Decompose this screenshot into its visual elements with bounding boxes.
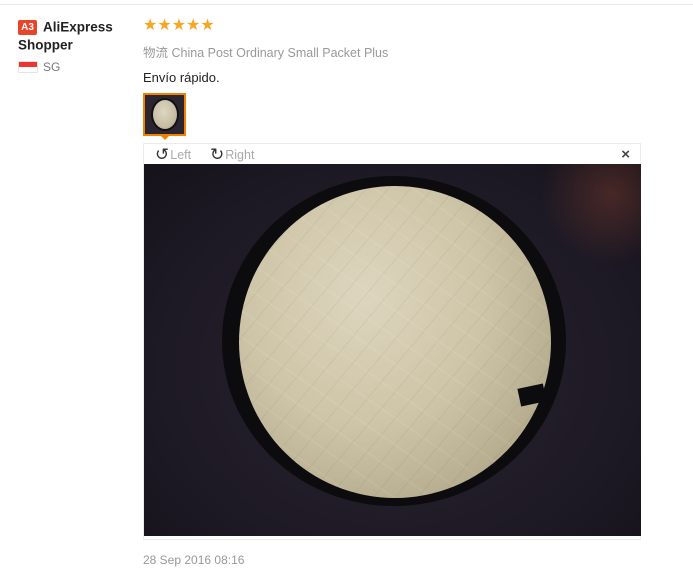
country-code: SG <box>43 59 61 74</box>
rotate-right-button[interactable]: ↻Right <box>210 145 254 165</box>
photo-background-glow <box>541 164 641 264</box>
image-viewer: ↺Left ↻Right × <box>143 143 641 540</box>
reflector-disc <box>239 186 551 498</box>
review-content: ★★★★★ 物流 China Post Ordinary Small Packe… <box>143 17 643 86</box>
photo-thumbnail-wrap[interactable] <box>143 93 186 140</box>
review-photo <box>144 164 641 536</box>
rotate-right-icon: ↻ <box>210 145 225 164</box>
viewer-toolbar: ↺Left ↻Right × <box>144 144 640 164</box>
feedback-text: Envío rápido. <box>143 70 220 85</box>
logistics-label: 物流 <box>143 46 169 60</box>
rotate-left-button[interactable]: ↺Left <box>155 145 191 165</box>
review-timestamp: 28 Sep 2016 08:16 <box>143 553 245 567</box>
rotate-right-label: Right <box>225 148 255 162</box>
thumbnail-reflector-image <box>151 98 179 131</box>
rotate-left-label: Left <box>170 148 192 162</box>
rotate-left-icon: ↺ <box>155 145 170 164</box>
reviewer-info: A3 AliExpress Shopper SG <box>18 18 138 74</box>
close-icon[interactable]: × <box>621 146 630 163</box>
reviewer-name-line: A3 AliExpress Shopper <box>18 18 138 55</box>
thumbnail-selected-caret <box>159 134 171 140</box>
top-divider <box>0 4 693 5</box>
shipping-method: China Post Ordinary Small Packet Plus <box>171 46 389 60</box>
photo-thumbnail[interactable] <box>143 93 186 136</box>
singapore-flag-icon <box>18 60 38 73</box>
shipping-info: 物流 China Post Ordinary Small Packet Plus <box>143 42 643 61</box>
star-rating: ★★★★★ <box>143 17 215 34</box>
reviewer-country: SG <box>18 59 138 74</box>
buyer-level-badge: A3 <box>18 19 37 35</box>
